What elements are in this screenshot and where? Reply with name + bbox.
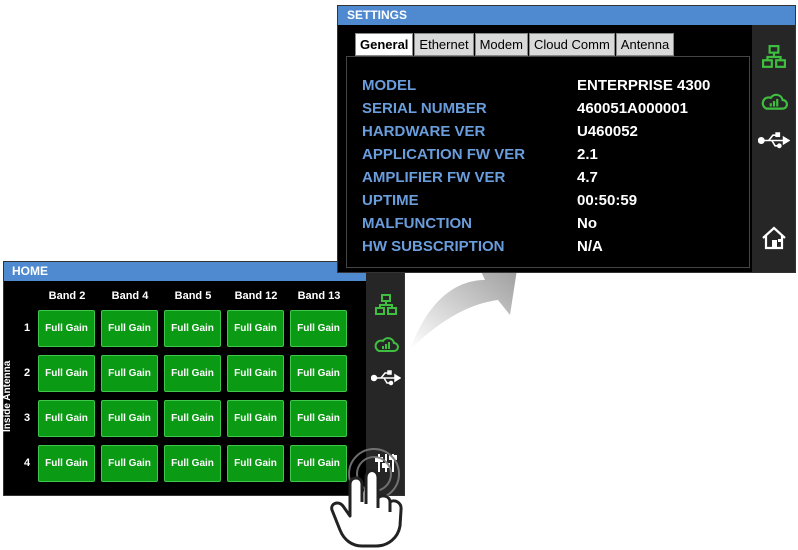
gain-cell[interactable]: Full Gain	[227, 400, 284, 437]
usb-icon[interactable]	[758, 132, 790, 149]
gain-cell[interactable]: Full Gain	[101, 355, 158, 392]
info-value: 4.7	[577, 169, 598, 186]
row-number: 4	[23, 457, 31, 469]
network-icon[interactable]	[375, 294, 397, 316]
info-label: APPLICATION FW VER	[362, 146, 526, 163]
band-header: Band 5	[174, 290, 212, 302]
band-header: Band 12	[234, 290, 278, 302]
row-number: 3	[23, 412, 31, 424]
gain-cell[interactable]: Full Gain	[101, 445, 158, 482]
info-label: UPTIME	[362, 192, 419, 209]
info-value: 00:50:59	[577, 192, 638, 209]
settings-title: SETTINGS	[338, 6, 795, 25]
tab-modem[interactable]: Modem	[474, 33, 528, 56]
gain-cell[interactable]: Full Gain	[38, 355, 95, 392]
gain-cell[interactable]: Full Gain	[101, 400, 158, 437]
gain-cell[interactable]: Full Gain	[227, 445, 284, 482]
gain-cell[interactable]: Full Gain	[290, 400, 347, 437]
info-value: 460051A000001	[577, 100, 688, 117]
gain-cell[interactable]: Full Gain	[38, 445, 95, 482]
info-value: N/A	[577, 238, 603, 255]
tab-ethernet[interactable]: Ethernet	[414, 33, 474, 56]
info-value: U460052	[577, 123, 638, 140]
info-value: No	[577, 215, 597, 232]
inside-antenna-label: Inside Antenna	[2, 360, 13, 432]
info-label: MODEL	[362, 77, 417, 94]
gain-cell[interactable]: Full Gain	[164, 445, 221, 482]
cloud-signal-icon[interactable]	[760, 88, 788, 112]
gain-cell[interactable]: Full Gain	[38, 400, 95, 437]
info-value: 2.1	[577, 146, 598, 163]
info-value: ENTERPRISE 4300	[577, 77, 711, 94]
usb-icon[interactable]	[371, 370, 401, 386]
info-label: AMPLIFIER FW VER	[362, 169, 506, 186]
gain-cell[interactable]: Full Gain	[290, 355, 347, 392]
info-label: HW SUBSCRIPTION	[362, 238, 505, 255]
home-icon[interactable]	[761, 225, 787, 251]
band-header: Band 13	[297, 290, 341, 302]
settings-sidebar	[752, 25, 795, 272]
gain-cell[interactable]: Full Gain	[101, 310, 158, 347]
home-title: HOME	[4, 262, 366, 281]
band-header: Band 2	[48, 290, 86, 302]
gain-cell[interactable]: Full Gain	[38, 310, 95, 347]
band-header: Band 4	[111, 290, 149, 302]
tab-general[interactable]: General	[355, 33, 414, 56]
row-number: 2	[23, 367, 31, 379]
tab-cloud-comm[interactable]: Cloud Comm	[528, 33, 615, 56]
info-label: MALFUNCTION	[362, 215, 472, 232]
network-icon[interactable]	[762, 45, 786, 69]
info-label: SERIAL NUMBER	[362, 100, 487, 117]
gain-cell[interactable]: Full Gain	[227, 310, 284, 347]
gain-cell[interactable]: Full Gain	[227, 355, 284, 392]
settings-tabs: General Ethernet Modem Cloud Comm Antenn…	[355, 33, 675, 56]
info-label: HARDWARE VER	[362, 123, 486, 140]
gain-cell[interactable]: Full Gain	[164, 400, 221, 437]
tap-hand-icon	[330, 448, 403, 548]
gain-cell[interactable]: Full Gain	[290, 310, 347, 347]
gain-cell[interactable]: Full Gain	[164, 355, 221, 392]
settings-panel: SETTINGS General Ethernet Modem Cloud Co…	[337, 5, 796, 273]
cloud-signal-icon[interactable]	[373, 332, 399, 354]
tab-antenna[interactable]: Antenna	[615, 33, 675, 56]
gain-cell[interactable]: Full Gain	[164, 310, 221, 347]
row-number: 1	[23, 322, 31, 334]
